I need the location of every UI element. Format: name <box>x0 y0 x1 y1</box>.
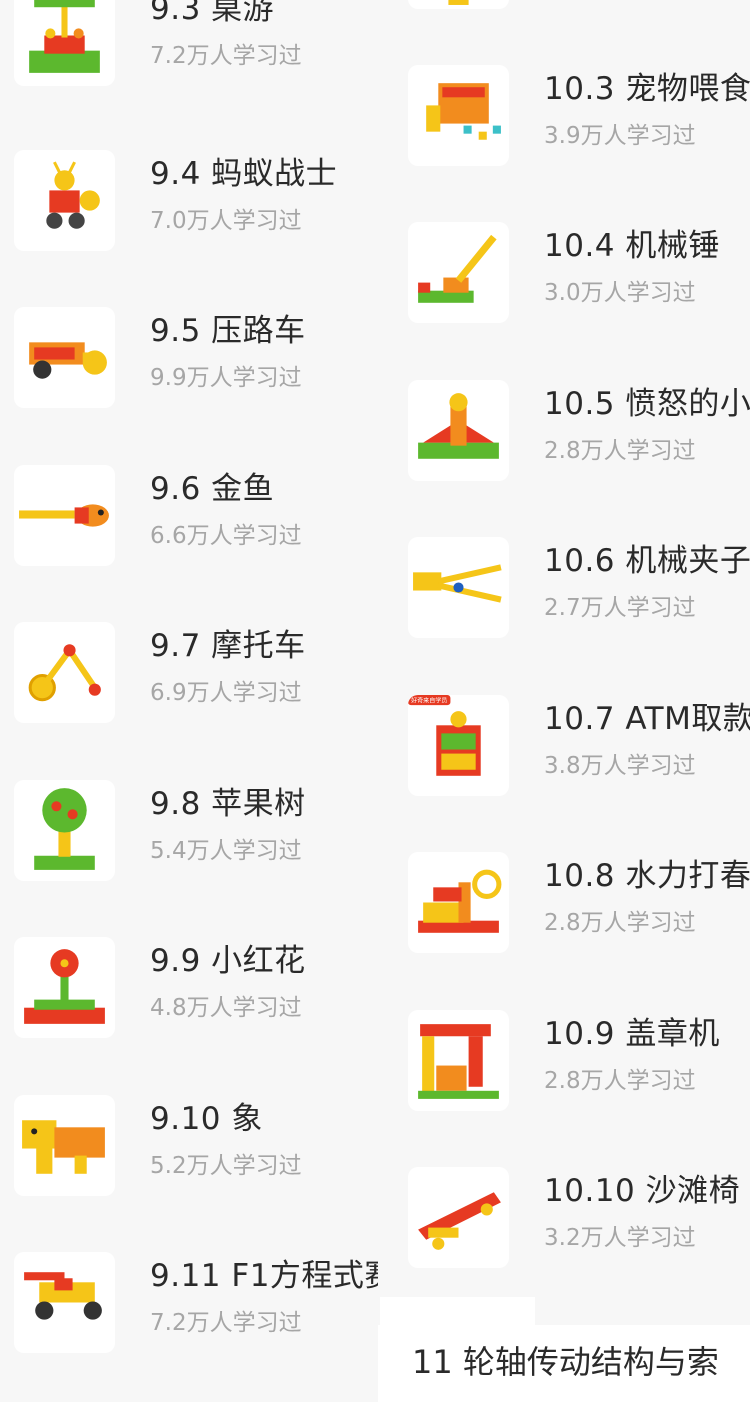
board-game-thumbnail <box>14 0 115 86</box>
lesson-title: 10.3 宠物喂食 <box>544 71 750 107</box>
apple-tree-thumbnail <box>14 780 115 881</box>
lesson-card-9-11[interactable]: 9.11 F1方程式赛 7.2万人学习过 <box>0 1252 378 1402</box>
lesson-card-9-6[interactable]: 9.6 金鱼 6.6万人学习过 <box>0 465 378 622</box>
road-roller-thumbnail <box>14 307 115 408</box>
learner-count: 2.7万人学习过 <box>544 595 696 621</box>
learner-count: 7.2万人学习过 <box>150 43 302 69</box>
motorcycle-thumbnail <box>14 622 115 723</box>
red-flower-thumbnail <box>14 937 115 1038</box>
lesson-title: 9.4 蚂蚁战士 <box>150 156 338 192</box>
lesson-card-9-10[interactable]: 9.10 象 5.2万人学习过 <box>0 1095 378 1252</box>
lesson-title: 9.11 F1方程式赛 <box>150 1258 378 1294</box>
lesson-card-10-5[interactable]: 10.5 愤怒的小 2.8万人学习过 <box>394 380 750 537</box>
partial-thumbnail <box>408 0 509 9</box>
atm-thumbnail: 好奇来自学员 <box>408 695 509 796</box>
svg-text:好奇来自学员: 好奇来自学员 <box>411 697 447 705</box>
lesson-card-9-9[interactable]: 9.9 小红花 4.8万人学习过 <box>0 937 378 1094</box>
lesson-title: 9.6 金鱼 <box>150 471 275 507</box>
lesson-card-10-6[interactable]: 10.6 机械夹子 2.7万人学习过 <box>394 537 750 694</box>
f1-car-thumbnail <box>14 1252 115 1353</box>
learner-count: 3.0万人学习过 <box>544 280 696 306</box>
lesson-card-9-7[interactable]: 9.7 摩托车 6.9万人学习过 <box>0 622 378 779</box>
lesson-title: 9.5 压路车 <box>150 313 306 349</box>
learner-count: 6.6万人学习过 <box>150 523 302 549</box>
mechanical-clamp-thumbnail <box>408 537 509 638</box>
right-lesson-column: 10.3 宠物喂食 3.9万人学习过 10.4 机械锤 3.0万人学习过 10.… <box>394 0 750 1402</box>
lesson-card-9-5[interactable]: 9.5 压路车 9.9万人学习过 <box>0 307 378 464</box>
lesson-title: 10.8 水力打春 <box>544 858 750 894</box>
elephant-thumbnail <box>14 1095 115 1196</box>
lesson-card-10-7[interactable]: 好奇来自学员 10.7 ATM取款 3.8万人学习过 <box>394 695 750 852</box>
water-mill-thumbnail <box>408 852 509 953</box>
lesson-title: 10.4 机械锤 <box>544 228 720 264</box>
lesson-card-10-9[interactable]: 10.9 盖章机 2.8万人学习过 <box>394 1010 750 1167</box>
learner-count: 2.8万人学习过 <box>544 1068 696 1094</box>
section-divider <box>380 1297 535 1325</box>
lesson-title: 9.8 苹果树 <box>150 786 306 822</box>
learner-count: 3.9万人学习过 <box>544 123 696 149</box>
lesson-card-9-4[interactable]: 9.4 蚂蚁战士 7.0万人学习过 <box>0 150 378 307</box>
lesson-card-10-4[interactable]: 10.4 机械锤 3.0万人学习过 <box>394 222 750 379</box>
stamp-machine-thumbnail <box>408 1010 509 1111</box>
beach-chair-thumbnail <box>408 1167 509 1268</box>
lesson-title: 9.7 摩托车 <box>150 628 306 664</box>
angry-bird-thumbnail <box>408 380 509 481</box>
chapter-title: 11 轮轴传动结构与索 <box>412 1343 719 1381</box>
lesson-title: 10.6 机械夹子 <box>544 543 750 579</box>
left-lesson-column: 9.3 桌游 7.2万人学习过 9.4 蚂蚁战士 7.0万人学习过 9.5 压路… <box>0 0 378 1402</box>
learner-count: 7.0万人学习过 <box>150 208 302 234</box>
learner-count: 5.2万人学习过 <box>150 1153 302 1179</box>
lesson-card-10-8[interactable]: 10.8 水力打春 2.8万人学习过 <box>394 852 750 1009</box>
learner-count: 3.8万人学习过 <box>544 753 696 779</box>
learner-count: 3.2万人学习过 <box>544 1225 696 1251</box>
learner-count: 6.9万人学习过 <box>150 680 302 706</box>
lesson-title: 10.7 ATM取款 <box>544 701 750 737</box>
lesson-card-9-8[interactable]: 9.8 苹果树 5.4万人学习过 <box>0 780 378 937</box>
lesson-title: 10.5 愤怒的小 <box>544 386 750 422</box>
chapter-header[interactable]: 11 轮轴传动结构与索 <box>378 1325 750 1402</box>
learner-count: 4.8万人学习过 <box>150 995 302 1021</box>
pet-feeder-thumbnail <box>408 65 509 166</box>
ant-warrior-thumbnail <box>14 150 115 251</box>
learner-count: 7.2万人学习过 <box>150 1310 302 1336</box>
mechanical-hammer-thumbnail <box>408 222 509 323</box>
lesson-card-9-3[interactable]: 9.3 桌游 7.2万人学习过 <box>0 0 378 142</box>
lesson-card-10-3[interactable]: 10.3 宠物喂食 3.9万人学习过 <box>394 65 750 222</box>
goldfish-thumbnail <box>14 465 115 566</box>
lesson-title: 9.9 小红花 <box>150 943 306 979</box>
lesson-title: 10.10 沙滩椅 <box>544 1173 741 1209</box>
learner-count: 5.4万人学习过 <box>150 838 302 864</box>
lesson-title: 9.10 象 <box>150 1101 263 1137</box>
lesson-title: 10.9 盖章机 <box>544 1016 720 1052</box>
learner-count: 2.8万人学习过 <box>544 910 696 936</box>
learner-count: 2.8万人学习过 <box>544 438 696 464</box>
lesson-title: 9.3 桌游 <box>150 0 275 27</box>
learner-count: 9.9万人学习过 <box>150 365 302 391</box>
